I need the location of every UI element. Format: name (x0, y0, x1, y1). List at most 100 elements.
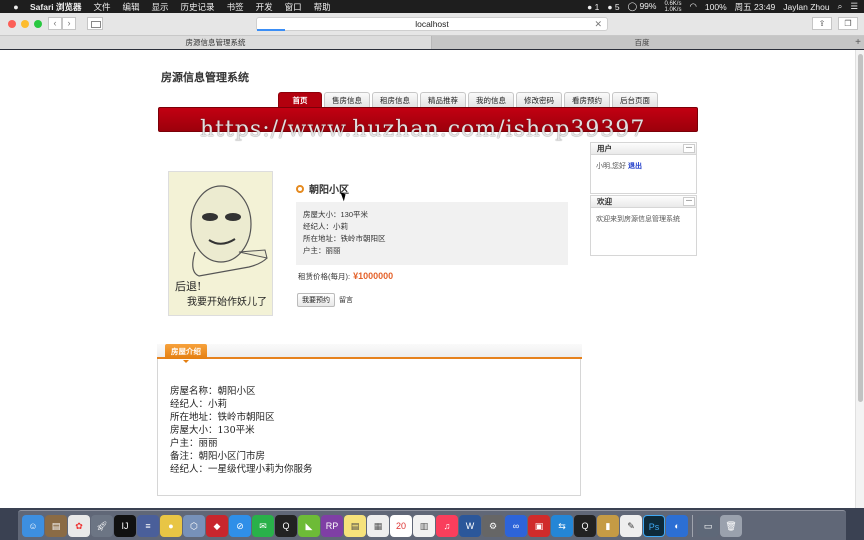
bullet-circle-icon (296, 184, 304, 193)
dock-separator (692, 514, 693, 537)
sequel-icon[interactable]: ● (160, 514, 182, 537)
baidu-netdisk-icon[interactable]: ∞ (505, 514, 527, 537)
rent-price: 租赁价格(每月): ¥1000000 (298, 271, 393, 282)
nav-sale[interactable]: 售房信息 (324, 92, 370, 107)
nav-rent[interactable]: 租房信息 (372, 92, 418, 107)
intro-tab[interactable]: 房屋介绍 (165, 344, 207, 363)
parallels-icon[interactable]: ▣ (528, 514, 550, 537)
finder-icon[interactable]: ☺ (22, 514, 44, 537)
textedit-icon[interactable]: ▦ (367, 514, 389, 537)
menu-help[interactable]: 帮助 (314, 1, 331, 13)
logout-link[interactable]: 退出 (628, 163, 642, 170)
welcome-text: 欢迎来到房源信息管理系统 (596, 216, 680, 223)
wifi-icon[interactable]: ◠ (689, 1, 696, 12)
vpn-icon[interactable]: ◣ (298, 514, 320, 537)
back-icon[interactable]: ‹ (48, 17, 62, 30)
spotlight-icon[interactable]: ⌕ (838, 1, 843, 12)
nav-my-info[interactable]: 我的信息 (468, 92, 514, 107)
system-preferences-icon[interactable]: ⚙ (482, 514, 504, 537)
menu-develop[interactable]: 开发 (256, 1, 273, 13)
intro-line: 经纪人：小莉 (170, 399, 228, 410)
menu-history[interactable]: 历史记录 (181, 1, 215, 13)
menu-bookmarks[interactable]: 书签 (227, 1, 244, 13)
loading-progress (257, 29, 285, 31)
house-details-box: 房屋大小：130平米 经纪人：小莉 所在地址：铁岭市朝阳区 户主：丽丽 (296, 202, 568, 265)
qq-icon[interactable]: ● 5 (607, 2, 619, 12)
apple-menu-icon[interactable]: ● (10, 2, 22, 12)
tab-baidu[interactable]: 百度 (432, 36, 852, 49)
qq-alt-icon[interactable]: Q (574, 514, 596, 537)
datetime[interactable]: 周五 23:49 (735, 1, 776, 13)
teamviewer-icon[interactable]: ⇆ (551, 514, 573, 537)
scrollbar-thumb[interactable] (858, 54, 863, 402)
user-name[interactable]: Jaylan Zhou (783, 2, 829, 12)
axure-icon[interactable]: RP (321, 514, 343, 537)
notification-center-icon[interactable]: ☰ (850, 1, 858, 12)
menu-edit[interactable]: 编辑 (123, 1, 140, 13)
downloads-folder-icon[interactable]: ▭ (697, 514, 719, 537)
redis-icon[interactable]: ◆ (206, 514, 228, 537)
tab-bar: 房源信息管理系统 百度 + (0, 36, 864, 49)
web-page: 房源信息管理系统 首页 售房信息 租房信息 精品推荐 我的信息 修改密码 看房预… (0, 50, 855, 508)
nav-featured[interactable]: 精品推荐 (420, 92, 466, 107)
collapse-icon[interactable]: — (683, 197, 695, 206)
nav-admin[interactable]: 后台页面 (612, 92, 658, 107)
wechat-icon[interactable]: ✉ (252, 514, 274, 537)
menu-view[interactable]: 显示 (152, 1, 169, 13)
intro-line: 所在地址：铁岭市朝阳区 (170, 412, 275, 423)
database-tool-icon[interactable]: ≡ (137, 514, 159, 537)
disk-utility-icon[interactable]: ⬡ (183, 514, 205, 537)
archive-icon[interactable]: ▮ (597, 514, 619, 537)
welcome-panel: 欢迎 — 欢迎来到房源信息管理系统 (590, 195, 697, 256)
macos-dock: ☺ ▤ ✿ 🚀︎ IJ ≡ ● ⬡ ◆ ⊘ ✉ Q ◣ RP ▤ ▦ 20 ▥ … (0, 508, 864, 540)
intro-line: 经纪人：一星级代理小莉为你服务 (170, 464, 313, 475)
preview-icon[interactable]: ▥ (413, 514, 435, 537)
notification-icon[interactable]: ● 1 (587, 2, 599, 12)
charge-status[interactable]: 100% (705, 2, 727, 12)
share-icon[interactable]: ⇪ (812, 17, 832, 30)
nav-viewing-booking[interactable]: 看房预约 (564, 92, 610, 107)
intro-line: 备注：朝阳小区门市房 (170, 451, 266, 462)
document-icon[interactable]: ✎ (620, 514, 642, 537)
intellij-icon[interactable]: IJ (114, 514, 136, 537)
photoshop-icon[interactable]: Ps (643, 514, 665, 537)
forward-icon[interactable]: › (62, 17, 76, 30)
tabs-overview-icon[interactable]: ❐ (838, 17, 858, 30)
book-viewing-button[interactable]: 我要预约 (297, 293, 335, 307)
launchpad-icon[interactable]: 🚀︎ (91, 514, 113, 537)
menu-window[interactable]: 窗口 (285, 1, 302, 13)
menu-file[interactable]: 文件 (94, 1, 111, 13)
close-window-icon[interactable] (8, 20, 16, 28)
menu-app[interactable]: Safari 浏览器 (30, 1, 82, 13)
watermark: https://www.huzhan.com/ishop39397 (200, 117, 646, 142)
address-bar[interactable]: localhost ✕ (256, 17, 608, 31)
network-speed: 0.6K/s 1.0K/s (664, 0, 682, 13)
tab-house-system[interactable]: 房源信息管理系统 (0, 36, 432, 49)
qq-icon[interactable]: Q (275, 514, 297, 537)
sidebar-toggle-icon[interactable] (87, 17, 103, 30)
safari-icon[interactable]: ⊘ (229, 514, 251, 537)
nav-change-password[interactable]: 修改密码 (516, 92, 562, 107)
page-scrollbar[interactable] (855, 50, 864, 508)
photos-icon[interactable]: ✿ (68, 514, 90, 537)
notes-app-icon[interactable]: ▤ (45, 514, 67, 537)
nav-home[interactable]: 首页 (278, 92, 322, 107)
new-tab-icon[interactable]: + (852, 36, 864, 49)
itunes-icon[interactable]: ♫ (436, 514, 458, 537)
message-link[interactable]: 留言 (339, 295, 353, 305)
macos-menu-bar: ● Safari 浏览器 文件 编辑 显示 历史记录 书签 开发 窗口 帮助 ●… (0, 0, 864, 13)
word-icon[interactable]: W (459, 514, 481, 537)
trash-icon[interactable]: 🗑︎ (720, 514, 742, 537)
battery-icon[interactable]: ◯ 99% (628, 1, 657, 12)
collapse-icon[interactable]: — (683, 144, 695, 153)
stickies-icon[interactable]: ▤ (344, 514, 366, 537)
calendar-icon[interactable]: 20 (390, 514, 412, 537)
user-panel-title: 用户 (597, 144, 612, 153)
minimize-window-icon[interactable] (21, 20, 29, 28)
maximize-window-icon[interactable] (34, 20, 42, 28)
stop-loading-icon[interactable]: ✕ (594, 18, 602, 31)
detail-size: 房屋大小：130平米 (303, 210, 369, 219)
browser-icon[interactable]: ◐ (666, 514, 688, 537)
photo-caption-2: 我要开始作妖儿了 (187, 297, 267, 308)
site-title: 房源信息管理系统 (161, 72, 249, 84)
